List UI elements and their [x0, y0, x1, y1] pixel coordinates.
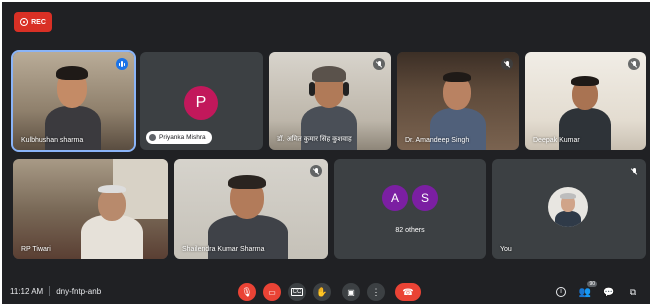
mic-off-icon: [501, 58, 513, 70]
present-button[interactable]: ▣: [342, 283, 360, 301]
clock: 11:12 AM: [10, 286, 44, 296]
mic-off-icon: [310, 165, 322, 177]
participant-name: RP Tiwari: [21, 246, 51, 253]
participant-tile-amandeep[interactable]: Dr. Amandeep Singh: [397, 52, 519, 150]
mic-off-icon: [628, 165, 640, 177]
activities-icon: ⧉: [629, 286, 637, 297]
participant-name: Dr. Amandeep Singh: [405, 137, 470, 144]
camera-toggle-button[interactable]: ▭: [263, 283, 281, 301]
recording-label: REC: [31, 18, 46, 26]
participant-tile-deepak[interactable]: Deepak Kumar: [525, 52, 646, 150]
captions-icon: CC: [290, 288, 304, 296]
others-tile[interactable]: A S 82 others: [334, 159, 486, 259]
captions-button[interactable]: CC: [288, 283, 306, 301]
mic-off-icon: 🎙: [241, 286, 253, 297]
record-icon: [20, 18, 29, 26]
recording-indicator: REC: [14, 12, 52, 32]
end-call-button[interactable]: ☎: [395, 283, 421, 301]
more-options-button[interactable]: ⋮: [367, 283, 385, 301]
hand-icon: ✋: [316, 286, 328, 297]
participant-name: Deepak Kumar: [533, 137, 580, 144]
participant-name: Priyanka Mishra: [159, 134, 206, 141]
raise-hand-button[interactable]: ✋: [313, 283, 331, 301]
avatar: S: [412, 185, 438, 211]
participant-tile-priyanka[interactable]: P Priyanka Mishra: [140, 52, 263, 150]
camera-off-icon: ▭: [268, 287, 276, 297]
avatar: A: [382, 185, 408, 211]
present-icon: ▣: [347, 287, 355, 297]
meeting-code: dny-fntp-anb: [56, 286, 102, 296]
activities-button[interactable]: ⧉: [626, 285, 640, 299]
self-tile[interactable]: You: [492, 159, 646, 259]
participant-tile-amit[interactable]: डॉ. अमित कुमार सिंह कुशवाह: [269, 52, 391, 150]
mic-off-icon: [373, 58, 385, 70]
info-icon: i: [556, 287, 566, 297]
mic-off-icon: [628, 58, 640, 70]
meeting-details-button[interactable]: i: [554, 285, 568, 299]
participant-name: Shailendra Kumar Sharma: [182, 246, 265, 253]
meeting-info: 11:12 AM dny-fntp-anb: [10, 286, 101, 296]
chat-button[interactable]: 💬: [602, 285, 616, 299]
participant-name: You: [500, 246, 512, 253]
avatar: [548, 187, 588, 227]
meet-window: REC Kulbhushan sharma P Priyanka Mishra: [2, 2, 650, 304]
more-vert-icon: ⋮: [371, 286, 381, 297]
others-count-label: 82 others: [395, 227, 425, 234]
chat-icon: 💬: [603, 286, 615, 297]
speaking-indicator-icon: [116, 58, 128, 70]
mic-icon: [149, 134, 156, 141]
people-count-badge: 90: [587, 281, 597, 287]
people-button[interactable]: 👥 90: [578, 281, 597, 299]
avatar: P: [184, 86, 218, 120]
divider: [49, 286, 51, 296]
participant-name-chip: Priyanka Mishra: [146, 131, 212, 144]
participant-tile-shailendra[interactable]: Shailendra Kumar Sharma: [174, 159, 328, 259]
participant-name: डॉ. अमित कुमार सिंह कुशवाह: [277, 136, 352, 143]
people-icon: 👥: [578, 286, 592, 298]
mic-toggle-button[interactable]: 🎙: [238, 283, 256, 301]
participant-tile-kulbhushan[interactable]: Kulbhushan sharma: [11, 50, 136, 152]
phone-hangup-icon: ☎: [402, 286, 414, 297]
participant-name: Kulbhushan sharma: [21, 137, 84, 144]
participant-tile-rp-tiwari[interactable]: RP Tiwari: [13, 159, 168, 259]
participant-video: [77, 181, 147, 259]
